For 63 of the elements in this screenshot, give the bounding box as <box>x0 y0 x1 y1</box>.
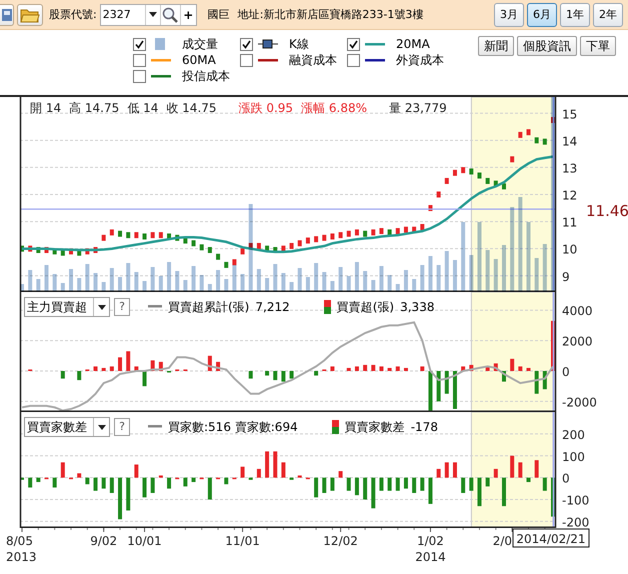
axis-label: 0 <box>562 364 570 379</box>
axis-label: -100 <box>562 494 590 508</box>
quote-value: 低 14 <box>127 100 158 117</box>
axis-label: 15 <box>562 107 578 122</box>
quote-value: 收 14.75 <box>166 100 217 117</box>
legend-label: 成交量 <box>182 36 218 52</box>
axis-label: 9 <box>562 270 570 284</box>
stock-code-label: 股票代號: <box>49 7 97 22</box>
action-button[interactable]: 下單 <box>580 36 616 56</box>
help-button[interactable]: ? <box>114 418 130 436</box>
indicator-dropdown[interactable]: 主力買賣超 <box>24 297 110 317</box>
indicator-dropdown[interactable]: 買賣家數差 <box>24 417 110 437</box>
axis-label: 200 <box>562 428 585 442</box>
axis-label: 4000 <box>562 304 593 318</box>
axis-label: -2000 <box>562 395 597 410</box>
quote-value: 漲幅 6.88% <box>301 100 368 117</box>
legend-value: 3,338 <box>400 300 434 314</box>
company-address: 地址:新北市新店區寶橋路233-1號3樓 <box>238 7 424 22</box>
axis-label: 11 <box>562 216 578 230</box>
year-label: 2013 <box>6 550 37 564</box>
legend-label: 外資成本 <box>396 52 444 68</box>
action-button[interactable]: 新聞 <box>478 36 514 56</box>
axis-label: 9/02 <box>90 534 118 548</box>
axis-label: 10/01 <box>127 534 162 548</box>
legend-label: 買家數:516 賣家數:694 <box>168 418 298 436</box>
stock-code-field[interactable]: 2327 + <box>100 4 197 26</box>
legend-label: 買賣超(張) <box>336 298 394 316</box>
legend-label: 投信成本 <box>182 68 230 84</box>
legend-label: K線 <box>289 36 309 52</box>
range-tab[interactable]: 2年 <box>593 2 623 26</box>
quote-value: 漲跌 0.95 <box>238 100 294 117</box>
range-tab[interactable]: 6月 <box>527 2 557 26</box>
axis-label: 12 <box>562 188 578 202</box>
range-tab[interactable]: 1年 <box>560 2 590 26</box>
legend-label: 20MA <box>396 37 430 51</box>
legend-label: 買賣家數差 <box>344 418 405 436</box>
axis-label: 2000 <box>562 334 593 349</box>
date-tooltip: 2014/02/21 <box>512 528 590 548</box>
quote-value: 高 14.75 <box>69 100 120 117</box>
quote-value: 量 23,779 <box>389 100 447 117</box>
quote-value: 開 14 <box>30 100 62 117</box>
company-name: 國巨 <box>208 7 230 22</box>
legend-value: -178 <box>410 420 438 434</box>
axis-label: 14 <box>562 134 578 148</box>
legend-label: 融資成本 <box>289 52 337 68</box>
action-button[interactable]: 個股資訊 <box>517 36 577 56</box>
axis-label: 8/05 <box>6 534 33 548</box>
axis-label: -200 <box>562 515 590 528</box>
year-label: 2014 <box>415 550 446 564</box>
range-tab[interactable]: 3月 <box>494 2 524 26</box>
axis-label: 2/0 <box>492 534 512 548</box>
axis-label: 100 <box>562 450 585 464</box>
legend-value: 7,212 <box>255 300 290 314</box>
axis-label: 12/02 <box>323 534 358 548</box>
help-button[interactable]: ? <box>114 298 130 316</box>
axis-label: 10 <box>562 242 578 257</box>
axis-label: 11/01 <box>225 534 260 548</box>
legend-label: 買賣超累計(張) <box>168 298 250 316</box>
axis-label: 1/02 <box>416 534 444 548</box>
axis-label: 0 <box>562 472 570 486</box>
price-label: 11.46 <box>586 202 628 220</box>
axis-label: 13 <box>562 161 578 176</box>
legend-label: 60MA <box>182 53 216 67</box>
